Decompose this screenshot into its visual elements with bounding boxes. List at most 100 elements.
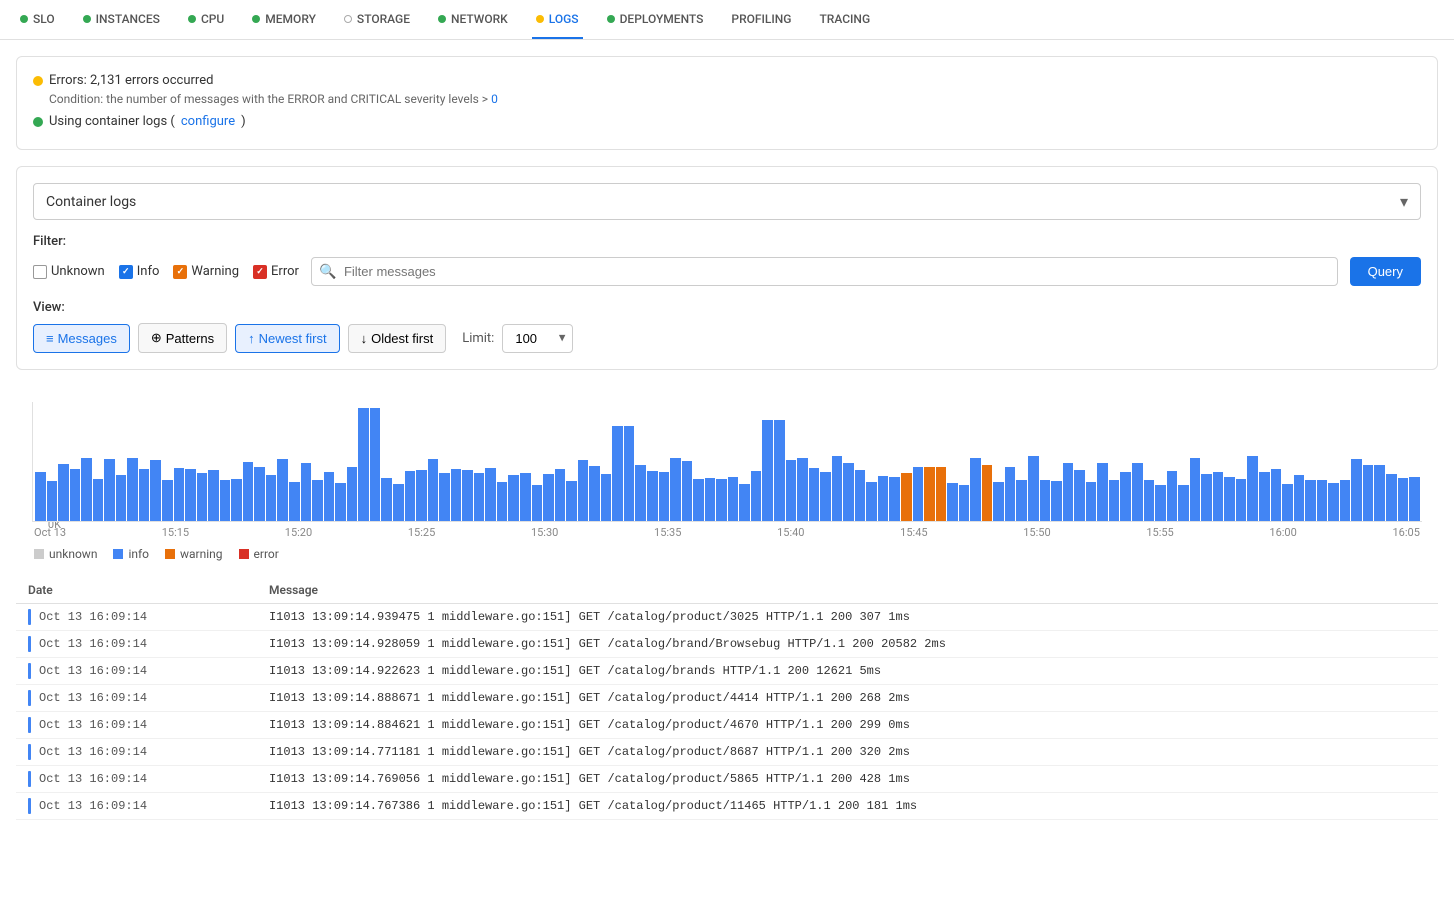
bar <box>624 426 635 521</box>
nav-item-tracing[interactable]: TRACING <box>815 0 874 39</box>
table-row[interactable]: Oct 13 16:09:14 I1013 13:09:14.939475 1 … <box>16 604 1438 631</box>
bar-group <box>728 402 739 521</box>
bar <box>728 477 739 521</box>
chart-container: 2.5K 2K 1.5K 1K 0.5K 0K Oct 1315:1515:20… <box>32 402 1422 561</box>
configure-link[interactable]: configure <box>181 114 235 129</box>
table-row[interactable]: Oct 13 16:09:14 I1013 13:09:14.771181 1 … <box>16 739 1438 766</box>
bar-group <box>104 402 115 521</box>
bar <box>682 461 693 521</box>
bar-group <box>543 402 554 521</box>
nav-label: NETWORK <box>451 12 508 26</box>
nav-item-profiling[interactable]: PROFILING <box>727 0 795 39</box>
checkbox-info[interactable]: ✓ Info <box>119 264 160 279</box>
checkbox-warning[interactable]: ✓ Warning <box>173 264 239 279</box>
bar <box>301 463 312 521</box>
condition-link[interactable]: 0 <box>491 92 498 106</box>
table-row[interactable]: Oct 13 16:09:14 I1013 13:09:14.767386 1 … <box>16 793 1438 820</box>
oldest-first-button[interactable]: ↓ Oldest first <box>348 324 447 353</box>
table-row[interactable]: Oct 13 16:09:14 I1013 13:09:14.888671 1 … <box>16 685 1438 712</box>
bar-group <box>1016 402 1027 521</box>
error-checkbox[interactable]: ✓ <box>253 265 267 279</box>
bar-group <box>81 402 92 521</box>
bar-group <box>474 402 485 521</box>
bar <box>1016 480 1027 521</box>
bar <box>913 467 924 521</box>
query-button[interactable]: Query <box>1350 257 1421 286</box>
bar <box>578 460 589 521</box>
bar-group <box>1132 402 1143 521</box>
nav-item-cpu[interactable]: CPU <box>184 0 228 39</box>
bar <box>1294 475 1305 521</box>
bar-group <box>1028 402 1039 521</box>
nav-item-storage[interactable]: STORAGE <box>340 0 414 39</box>
bar-group <box>1305 402 1316 521</box>
limit-select[interactable]: 100 250 500 1000 <box>502 324 573 353</box>
oldest-icon: ↓ <box>361 331 368 346</box>
bar <box>174 468 185 522</box>
bar <box>659 472 670 521</box>
unknown-checkbox[interactable] <box>33 265 47 279</box>
limit-label: Limit: <box>462 331 494 346</box>
warning-checkbox[interactable]: ✓ <box>173 265 187 279</box>
chart-bars <box>33 402 1422 521</box>
nav-item-logs[interactable]: LOGS <box>532 0 583 39</box>
bar-group <box>1340 402 1351 521</box>
checkbox-error[interactable]: ✓ Error <box>253 264 299 279</box>
log-table: Date Message Oct 13 16:09:14 I1013 13:09… <box>16 577 1438 820</box>
chart-x-axis: Oct 1315:1515:2015:2515:3015:3515:4015:4… <box>32 522 1422 539</box>
bar <box>370 408 381 521</box>
bar-group <box>1259 402 1270 521</box>
container-logs-row: Using container logs (configure) <box>33 114 1421 129</box>
table-row[interactable]: Oct 13 16:09:14 I1013 13:09:14.922623 1 … <box>16 658 1438 685</box>
bar <box>312 480 323 521</box>
log-source-dropdown[interactable]: Container logs ▾ <box>33 183 1421 220</box>
bar <box>532 485 543 521</box>
bar-group <box>1109 402 1120 521</box>
bar-group <box>370 402 381 521</box>
view-row: ≡ Messages ⊕ Patterns ↑ Newest first ↓ O… <box>33 323 1421 353</box>
table-row[interactable]: Oct 13 16:09:14 I1013 13:09:14.769056 1 … <box>16 766 1438 793</box>
bar-group <box>254 402 265 521</box>
bar <box>1167 471 1178 521</box>
messages-button[interactable]: ≡ Messages <box>33 324 130 353</box>
nav-item-memory[interactable]: MEMORY <box>248 0 320 39</box>
table-row[interactable]: Oct 13 16:09:14 I1013 13:09:14.884621 1 … <box>16 712 1438 739</box>
alert-panel: Errors: 2,131 errors occurred Condition:… <box>16 56 1438 150</box>
bar-group <box>1097 402 1108 521</box>
nav-item-slo[interactable]: SLO <box>16 0 59 39</box>
nav-item-deployments[interactable]: DEPLOYMENTS <box>603 0 708 39</box>
messages-label: Messages <box>58 331 117 346</box>
filter-section: Filter: Unknown ✓ Info ✓ Warning <box>33 234 1421 286</box>
message-cell: I1013 13:09:14.884621 1 middleware.go:15… <box>257 712 1438 739</box>
row-indicator <box>28 663 31 679</box>
newest-first-button[interactable]: ↑ Newest first <box>235 324 339 353</box>
nav-item-instances[interactable]: INSTANCES <box>79 0 164 39</box>
bar <box>1028 456 1039 521</box>
filter-messages-input[interactable] <box>311 257 1338 286</box>
bar <box>428 459 439 521</box>
bar <box>635 465 646 521</box>
bar <box>1051 481 1062 521</box>
legend-label-info: info <box>128 547 149 561</box>
table-row[interactable]: Oct 13 16:09:14 I1013 13:09:14.928059 1 … <box>16 631 1438 658</box>
date-cell: Oct 13 16:09:14 <box>16 631 257 658</box>
bar-group <box>1409 402 1420 521</box>
bar <box>786 460 797 521</box>
bar-group <box>901 402 912 521</box>
bar <box>947 483 958 521</box>
bar <box>1259 472 1270 521</box>
bar <box>1155 485 1166 521</box>
bar <box>1178 485 1189 521</box>
warning-label: Warning <box>191 264 239 279</box>
bar-group <box>451 402 462 521</box>
patterns-button[interactable]: ⊕ Patterns <box>138 323 227 353</box>
date-cell: Oct 13 16:09:14 <box>16 793 257 820</box>
bar-group <box>35 402 46 521</box>
info-checkbox[interactable]: ✓ <box>119 265 133 279</box>
bar <box>878 476 889 521</box>
nav-label: SLO <box>33 12 55 26</box>
checkbox-unknown[interactable]: Unknown <box>33 264 105 279</box>
bar-group <box>612 402 623 521</box>
nav-item-network[interactable]: NETWORK <box>434 0 512 39</box>
row-indicator <box>28 744 31 760</box>
